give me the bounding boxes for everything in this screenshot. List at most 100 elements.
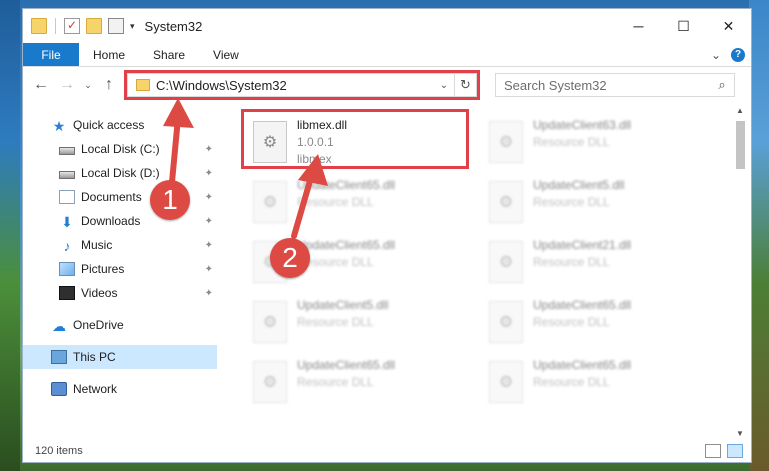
pin-icon[interactable]: ✦: [205, 192, 213, 203]
pin-icon[interactable]: ✦: [205, 240, 213, 251]
dll-file-icon: ⚙: [489, 241, 523, 283]
sidebar-item-this-pc[interactable]: This PC: [23, 345, 217, 369]
file-name: UpdateClient65.dll: [297, 238, 396, 252]
file-type: Resource DLL: [533, 135, 610, 149]
dll-file-icon: ⚙: [489, 361, 523, 403]
up-button[interactable]: ↑: [97, 73, 121, 97]
drive-icon: [59, 170, 75, 179]
file-tile[interactable]: ⚙ UpdateClient65.dll Resource DLL: [483, 355, 713, 409]
dll-file-icon: ⚙: [253, 241, 287, 283]
sidebar-item-label: Network: [73, 382, 118, 396]
large-icons-view-icon[interactable]: [727, 444, 743, 458]
file-name: UpdateClient65.dll: [297, 358, 396, 372]
file-tile[interactable]: ⚙ UpdateClient21.dll Resource DLL: [483, 235, 713, 289]
tab-view[interactable]: View: [199, 43, 253, 66]
dll-file-icon: ⚙: [253, 361, 287, 403]
dll-file-icon: ⚙: [253, 301, 287, 343]
documents-icon: [59, 190, 75, 204]
sidebar-item-label: Local Disk (D:): [81, 166, 160, 180]
sidebar-item-documents[interactable]: Documents ✦: [23, 185, 217, 209]
dll-file-icon: ⚙: [489, 121, 523, 163]
expand-ribbon-icon[interactable]: ⌄: [711, 48, 721, 62]
sidebar-item-label: Documents: [81, 190, 142, 204]
desktop-background-right: [749, 0, 769, 471]
file-type: Resource DLL: [297, 195, 374, 209]
back-button[interactable]: ←: [29, 73, 53, 97]
sidebar-item-label: Local Disk (C:): [81, 142, 160, 156]
pin-icon[interactable]: ✦: [205, 144, 213, 155]
sidebar-item-videos[interactable]: Videos ✦: [23, 281, 217, 305]
tab-share[interactable]: Share: [139, 43, 199, 66]
tab-home[interactable]: Home: [79, 43, 139, 66]
sidebar-item-label: Videos: [81, 286, 118, 300]
title-bar: ▾ System32 ─ ☐ ✕: [23, 9, 751, 43]
file-tile[interactable]: ⚙ UpdateClient5.dll Resource DLL: [247, 295, 477, 349]
forward-button[interactable]: →: [55, 73, 79, 97]
search-icon[interactable]: ⌕: [710, 77, 734, 93]
sidebar-item-label: Downloads: [81, 214, 141, 228]
sidebar-item-local-disk-c[interactable]: Local Disk (C:) ✦: [23, 137, 217, 161]
file-tile[interactable]: ⚙ UpdateClient65.dll Resource DLL: [247, 235, 477, 289]
sidebar-item-pictures[interactable]: Pictures ✦: [23, 257, 217, 281]
file-list: ⚙ libmex.dll 1.0.0.1 libmex ⚙ UpdateClie…: [217, 103, 751, 440]
ribbon-tabs: File Home Share View ⌄ ?: [23, 43, 751, 67]
help-icon[interactable]: ?: [731, 47, 745, 62]
pin-icon[interactable]: ✦: [205, 216, 213, 227]
file-type: Resource DLL: [533, 255, 610, 269]
vertical-scrollbar[interactable]: ▲ ▼: [733, 103, 747, 440]
explorer-window: ▾ System32 ─ ☐ ✕ File Home Share View ⌄ …: [22, 8, 752, 463]
search-placeholder: Search System32: [504, 77, 607, 93]
pin-icon[interactable]: ✦: [205, 264, 213, 275]
highlight-box-file: [241, 109, 469, 169]
sidebar-item-quick-access[interactable]: ★ Quick access: [23, 113, 217, 137]
file-tile[interactable]: ⚙ UpdateClient5.dll Resource DLL: [483, 175, 713, 229]
sidebar-item-label: OneDrive: [73, 318, 124, 332]
minimize-button[interactable]: ─: [616, 9, 661, 43]
customize-icon[interactable]: [108, 18, 124, 34]
main-body: ★ Quick access Local Disk (C:) ✦ Local D…: [23, 103, 751, 440]
quick-access-dropdown-icon[interactable]: ▾: [130, 21, 135, 32]
window-controls: ─ ☐ ✕: [616, 9, 751, 43]
highlight-box-address: [124, 70, 480, 100]
properties-icon[interactable]: [64, 18, 80, 34]
pin-icon[interactable]: ✦: [205, 168, 213, 179]
dll-file-icon: ⚙: [253, 181, 287, 223]
download-icon: ⬇: [61, 214, 73, 230]
file-name: UpdateClient21.dll: [533, 238, 632, 252]
file-type: Resource DLL: [297, 315, 374, 329]
close-button[interactable]: ✕: [706, 9, 751, 43]
new-folder-icon[interactable]: [86, 18, 102, 34]
maximize-button[interactable]: ☐: [661, 9, 706, 43]
sidebar-item-network[interactable]: Network: [23, 377, 217, 401]
status-bar: 120 items: [23, 440, 751, 462]
pin-icon[interactable]: ✦: [205, 288, 213, 299]
scroll-thumb[interactable]: [736, 121, 745, 169]
file-name: UpdateClient5.dll: [297, 298, 389, 312]
file-tile-libmex[interactable]: ⚙ libmex.dll 1.0.0.1 libmex: [241, 109, 477, 169]
scroll-down-icon[interactable]: ▼: [733, 426, 747, 440]
sidebar-item-local-disk-d[interactable]: Local Disk (D:) ✦: [23, 161, 217, 185]
music-icon: ♪: [63, 238, 71, 254]
sidebar-item-onedrive[interactable]: ☁ OneDrive: [23, 313, 217, 337]
divider: [55, 18, 56, 34]
file-tile[interactable]: ⚙ UpdateClient65.dll Resource DLL: [483, 295, 713, 349]
file-name: UpdateClient65.dll: [533, 358, 632, 372]
sidebar-item-label: This PC: [73, 350, 116, 364]
recent-locations-icon[interactable]: ⌄: [81, 73, 95, 97]
sidebar-item-label: Quick access: [73, 118, 145, 132]
navigation-pane: ★ Quick access Local Disk (C:) ✦ Local D…: [23, 103, 217, 440]
details-view-icon[interactable]: [705, 444, 721, 458]
file-tile[interactable]: ⚙ UpdateClient65.dll Resource DLL: [247, 175, 477, 229]
scroll-up-icon[interactable]: ▲: [733, 103, 747, 117]
file-tile[interactable]: ⚙ UpdateClient63.dll Resource DLL: [483, 115, 713, 169]
tab-file[interactable]: File: [23, 43, 79, 66]
search-input[interactable]: Search System32 ⌕: [495, 73, 735, 97]
videos-icon: [59, 286, 75, 300]
sidebar-item-music[interactable]: ♪ Music ✦: [23, 233, 217, 257]
sidebar-item-label: Music: [81, 238, 113, 252]
address-bar[interactable]: C:\Windows\System32 ⌄ ↻: [124, 70, 480, 100]
file-tile[interactable]: ⚙ UpdateClient65.dll Resource DLL: [247, 355, 477, 409]
file-type: Resource DLL: [297, 375, 374, 389]
sidebar-item-downloads[interactable]: ⬇ Downloads ✦: [23, 209, 217, 233]
file-name: UpdateClient5.dll: [533, 178, 625, 192]
